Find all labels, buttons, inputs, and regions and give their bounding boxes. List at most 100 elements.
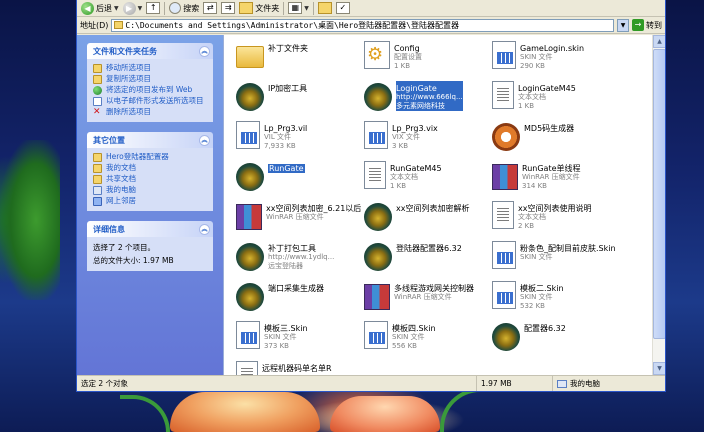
skin-file-icon xyxy=(236,121,260,149)
file-item[interactable]: RunGate xyxy=(236,161,368,197)
scroll-up-icon[interactable]: ▲ xyxy=(653,35,665,48)
place-label: 网上邻居 xyxy=(106,196,136,205)
file-text: 粉条色_配制目前皮肤.Skin SKIN 文件 xyxy=(520,241,616,262)
forward-button[interactable]: ▶ ▼ xyxy=(122,1,143,15)
file-item[interactable]: GameLogin.skin SKIN 文件 290 KB xyxy=(492,41,624,77)
file-item[interactable]: 粉条色_配制目前皮肤.Skin SKIN 文件 xyxy=(492,241,624,277)
application-icon xyxy=(236,163,264,191)
task-copy[interactable]: 复制所选项目 xyxy=(93,74,207,84)
folder-options-icon[interactable] xyxy=(317,2,332,14)
file-name: IP加密工具 xyxy=(268,84,308,93)
go-button[interactable]: → 转到 xyxy=(632,19,662,31)
file-type: 文本文档 xyxy=(518,93,546,101)
winrar-archive-icon xyxy=(492,164,518,190)
file-name: 补丁打包工具 xyxy=(268,244,316,253)
file-item[interactable]: MD5码生成器 xyxy=(492,121,624,157)
file-text: LoginGateM45 文本文档 1 KB xyxy=(518,81,576,111)
file-name: LoginGateM45 xyxy=(518,84,576,93)
file-item[interactable]: LoginGate http://www.666lq... 多元素网络科技 xyxy=(364,81,496,117)
up-folder-icon[interactable]: ↑ xyxy=(146,2,161,14)
file-item[interactable]: Lp_Prg3.vil VIL 文件 7,933 KB xyxy=(236,121,368,157)
copy-to-icon[interactable]: ⇉ xyxy=(221,2,236,14)
file-item[interactable]: xx空间列表加密解析 xyxy=(364,201,496,237)
chevron-down-icon[interactable]: ▼ xyxy=(304,5,309,12)
address-input[interactable]: C:\Documents and Settings\Administrator\… xyxy=(111,18,614,32)
skin-file-icon xyxy=(364,121,388,149)
computer-icon xyxy=(93,186,102,195)
place-network[interactable]: 网上邻居 xyxy=(93,196,207,206)
place-my-documents[interactable]: 我的文档 xyxy=(93,163,207,173)
file-item[interactable]: 端口采集生成器 xyxy=(236,281,368,317)
file-item[interactable]: xx空间列表加密_6.21以后 WinRAR 压缩文件 xyxy=(236,201,368,237)
folders-button[interactable]: 文件夹 xyxy=(239,2,279,14)
task-label: 以电子邮件形式发送所选项目 xyxy=(106,96,204,105)
skin-file-icon xyxy=(364,321,388,349)
chevron-down-icon[interactable]: ▼ xyxy=(114,5,119,12)
panel-title: 详细信息 xyxy=(93,224,125,234)
file-item[interactable]: 登陆器配置器6.32 xyxy=(364,241,496,277)
application-icon xyxy=(236,283,264,311)
task-move[interactable]: 移动所选项目 xyxy=(93,63,207,73)
vertical-scrollbar[interactable]: ▲ ▼ xyxy=(652,35,665,375)
file-item[interactable]: 补丁打包工具 http://www.1ydlq... 远宝登陆器 xyxy=(236,241,368,277)
application-icon xyxy=(492,323,520,351)
file-item[interactable]: 多线程游戏网关控制器 WinRAR 压缩文件 xyxy=(364,281,496,317)
chevron-up-icon[interactable]: ︽ xyxy=(199,45,210,57)
file-item[interactable]: xx空间列表使用说明 文本文档 2 KB xyxy=(492,201,624,237)
scroll-thumb[interactable] xyxy=(653,49,665,339)
file-item[interactable]: 远程机器码单名单R xyxy=(236,361,368,375)
chevron-down-icon[interactable]: ▼ xyxy=(138,5,143,12)
task-publish[interactable]: 将选定的项目发布到 Web xyxy=(93,85,207,95)
status-location: 我的电脑 xyxy=(553,376,665,391)
place-label: 共享文档 xyxy=(106,174,136,183)
place-parent-folder[interactable]: Hero登陆器配置器 xyxy=(93,152,207,162)
chevron-up-icon[interactable]: ︽ xyxy=(199,134,210,146)
window-body: 文件和文件夹任务 ︽ 移动所选项目 复制所选项目 将选定的项目发布到 Web 以… xyxy=(77,35,665,375)
file-size: 556 KB xyxy=(392,342,417,350)
file-text: xx空间列表加密解析 xyxy=(396,201,469,213)
views-button[interactable]: ▦ ▼ xyxy=(288,2,309,14)
chevron-down-icon[interactable]: ▼ xyxy=(617,18,629,32)
search-button[interactable]: 搜索 xyxy=(169,2,199,14)
wallpaper-vine xyxy=(0,140,60,300)
task-email[interactable]: 以电子邮件形式发送所选项目 xyxy=(93,96,207,106)
back-button-label: 后退 xyxy=(96,3,112,13)
file-item[interactable]: 模板四.Skin SKIN 文件 556 KB xyxy=(364,321,496,357)
skin-file-icon xyxy=(492,41,516,69)
panel-header[interactable]: 其它位置 ︽ xyxy=(87,132,213,148)
file-item[interactable]: Config配置设置1 KB xyxy=(364,41,496,77)
place-shared-documents[interactable]: 共享文档 xyxy=(93,174,207,184)
details-panel: 详细信息 ︽ 选择了 2 个项目。 总的文件大小: 1.97 MB xyxy=(87,221,213,271)
file-size: 532 KB xyxy=(520,302,545,310)
folder-icon xyxy=(114,21,124,29)
back-button[interactable]: ◀ 后退 ▼ xyxy=(81,1,119,15)
status-location-label: 我的电脑 xyxy=(570,379,600,388)
file-item[interactable]: Lp_Prg3.vix VIX 文件 3 KB xyxy=(364,121,496,157)
file-item[interactable]: 模板二.Skin SKIN 文件 532 KB xyxy=(492,281,624,317)
panel-header[interactable]: 详细信息 ︽ xyxy=(87,221,213,237)
place-my-computer[interactable]: 我的电脑 xyxy=(93,185,207,195)
file-text: IP加密工具 xyxy=(268,81,307,93)
file-item[interactable]: 模板三.Skin SKIN 文件 373 KB xyxy=(236,321,368,357)
file-item[interactable]: RunGate单线程 WinRAR 压缩文件 314 KB xyxy=(492,161,624,197)
chevron-up-icon[interactable]: ︽ xyxy=(199,223,210,235)
task-delete[interactable]: ✕ 删除所选项目 xyxy=(93,107,207,117)
file-text: RunGate xyxy=(268,161,305,173)
file-type: 文本文档 xyxy=(518,213,546,221)
move-to-icon[interactable]: ⇄ xyxy=(203,2,218,14)
properties-icon[interactable]: ✓ xyxy=(335,2,350,14)
computer-icon xyxy=(557,379,567,388)
file-text: Config 配置设置 1 KB xyxy=(394,41,422,71)
file-item[interactable]: 补丁文件夹 xyxy=(236,41,368,77)
file-item[interactable]: 配置器6.32 xyxy=(492,321,624,357)
status-bar: 选定 2 个对象 1.97 MB 我的电脑 xyxy=(77,375,665,391)
application-icon xyxy=(236,83,264,111)
scroll-down-icon[interactable]: ▼ xyxy=(653,362,665,375)
panel-header[interactable]: 文件和文件夹任务 ︽ xyxy=(87,43,213,59)
file-item[interactable]: LoginGateM45 文本文档 1 KB xyxy=(492,81,624,117)
file-item[interactable]: IP加密工具 xyxy=(236,81,368,117)
folder-icon xyxy=(93,153,102,162)
file-text: LoginGate http://www.666lq... 多元素网络科技 xyxy=(396,81,463,111)
file-text: GameLogin.skin SKIN 文件 290 KB xyxy=(520,41,584,71)
file-item[interactable]: RunGateM45 文本文档 1 KB xyxy=(364,161,496,197)
